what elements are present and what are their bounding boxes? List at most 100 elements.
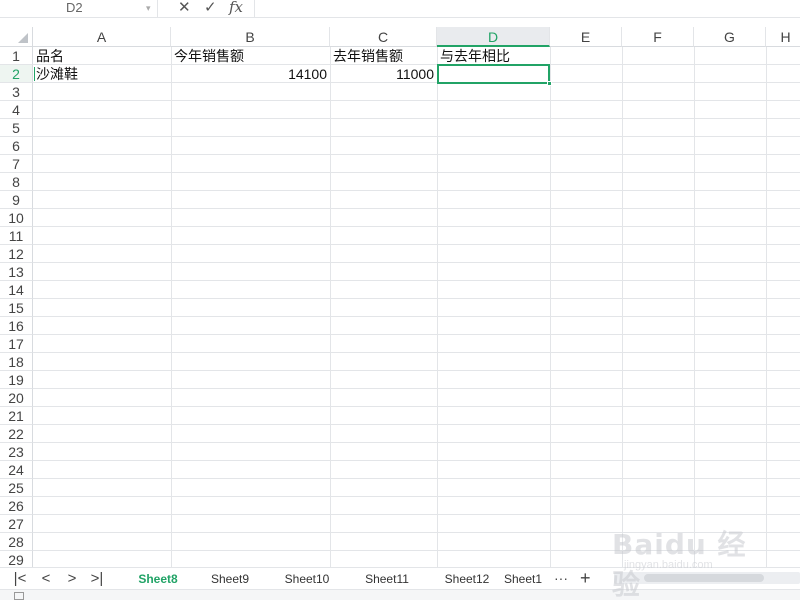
row-header-20[interactable]: 20	[0, 389, 33, 407]
tab-sheet10[interactable]: Sheet10	[270, 568, 344, 590]
gridline	[694, 47, 695, 567]
fill-handle[interactable]	[547, 81, 552, 86]
tab-sheet9[interactable]: Sheet9	[194, 568, 266, 590]
column-header-e[interactable]: E	[550, 27, 622, 47]
column-header-a[interactable]: A	[33, 27, 171, 47]
gridline	[33, 442, 800, 443]
gridline	[330, 47, 331, 567]
gridline	[33, 316, 800, 317]
select-all-corner[interactable]	[0, 27, 33, 47]
select-all-icon	[18, 33, 28, 43]
row-header-18[interactable]: 18	[0, 353, 33, 371]
baidu-jingyan-watermark: Baidu 经验 jingyan.baidu.com	[612, 515, 762, 600]
column-header-b[interactable]: B	[171, 27, 330, 47]
first-sheet-icon[interactable]: |<	[11, 568, 29, 590]
row-header-26[interactable]: 26	[0, 497, 33, 515]
gridline	[33, 244, 800, 245]
tab-sheet8[interactable]: Sheet8	[122, 568, 194, 590]
gridline	[33, 460, 800, 461]
cell-a2[interactable]: 沙滩鞋	[33, 65, 171, 83]
gridline	[33, 190, 800, 191]
chevron-down-icon[interactable]: ▾	[146, 1, 151, 15]
name-box[interactable]: D2 ▾	[0, 0, 158, 17]
row-header-16[interactable]: 16	[0, 317, 33, 335]
row-header-9[interactable]: 9	[0, 191, 33, 209]
previous-sheet-icon[interactable]: <	[37, 568, 55, 590]
gridline	[33, 100, 800, 101]
next-sheet-icon[interactable]: >	[63, 568, 81, 590]
row-header-5[interactable]: 5	[0, 119, 33, 137]
row-header-28[interactable]: 28	[0, 533, 33, 551]
gridline	[171, 47, 172, 567]
column-header-f[interactable]: F	[622, 27, 694, 47]
gridline	[766, 47, 767, 567]
cell-b1[interactable]: 今年销售额	[171, 47, 330, 65]
gridline	[33, 478, 800, 479]
gridline	[33, 154, 800, 155]
row-header-7[interactable]: 7	[0, 155, 33, 173]
formula-input[interactable]	[254, 0, 800, 17]
row-header-17[interactable]: 17	[0, 335, 33, 353]
cell-d1[interactable]: 与去年相比	[437, 47, 550, 65]
row-header-3[interactable]: 3	[0, 83, 33, 101]
row-header-27[interactable]: 27	[0, 515, 33, 533]
row-header-23[interactable]: 23	[0, 443, 33, 461]
cell-c1[interactable]: 去年销售额	[330, 47, 437, 65]
gridline	[33, 298, 800, 299]
gridline	[33, 334, 800, 335]
formula-bar: D2 ▾ ✕ ✓ fx	[0, 0, 800, 18]
add-sheet-icon[interactable]: +	[580, 568, 591, 589]
gridline	[33, 172, 800, 173]
gridline	[33, 208, 800, 209]
row-header-25[interactable]: 25	[0, 479, 33, 497]
tab-sheet1[interactable]: Sheet1	[504, 568, 548, 590]
row-header-4[interactable]: 4	[0, 101, 33, 119]
gridline	[33, 136, 800, 137]
cell-b2[interactable]: 14100	[171, 65, 330, 83]
name-box-value[interactable]: D2	[66, 0, 83, 16]
active-cell-selection[interactable]	[437, 64, 550, 84]
row-header-21[interactable]: 21	[0, 407, 33, 425]
row-header-10[interactable]: 10	[0, 209, 33, 227]
tab-sheet12[interactable]: Sheet12	[430, 568, 504, 590]
insert-function-icon[interactable]: fx	[229, 0, 243, 16]
column-header-g[interactable]: G	[694, 27, 766, 47]
cell-c2[interactable]: 11000	[330, 65, 437, 83]
gridline	[33, 370, 800, 371]
row-header-1[interactable]: 1	[0, 47, 33, 65]
row-header-12[interactable]: 12	[0, 245, 33, 263]
gridline	[33, 496, 800, 497]
cancel-icon[interactable]: ✕	[178, 0, 191, 16]
cell-a1[interactable]: 品名	[33, 47, 171, 65]
tab-sheet11[interactable]: Sheet11	[350, 568, 424, 590]
status-icon	[14, 592, 24, 600]
gridline	[622, 47, 623, 567]
gridline	[33, 262, 800, 263]
gridline	[33, 388, 800, 389]
last-sheet-icon[interactable]: >|	[88, 568, 106, 590]
gridline	[33, 226, 800, 227]
row-header-24[interactable]: 24	[0, 461, 33, 479]
row-header-2[interactable]: 2	[0, 65, 33, 83]
more-sheets-icon[interactable]: ···	[554, 568, 568, 588]
row-header-14[interactable]: 14	[0, 281, 33, 299]
column-header-c[interactable]: C	[330, 27, 437, 47]
row-header-22[interactable]: 22	[0, 425, 33, 443]
watermark-url: jingyan.baidu.com	[624, 559, 713, 571]
gridline	[33, 280, 800, 281]
row-header-15[interactable]: 15	[0, 299, 33, 317]
gridline	[33, 352, 800, 353]
gridline	[437, 47, 438, 567]
row-header-6[interactable]: 6	[0, 137, 33, 155]
row-header-8[interactable]: 8	[0, 173, 33, 191]
spreadsheet-grid[interactable]: A B C D E F G H 1 2 3 4 5 6 7 8 9 10 11 12 13 14 15 16 1…	[0, 27, 800, 569]
gridline	[33, 118, 800, 119]
row-header-11[interactable]: 11	[0, 227, 33, 245]
column-header-d[interactable]: D	[437, 27, 550, 47]
confirm-icon[interactable]: ✓	[204, 0, 217, 16]
gridline	[33, 406, 800, 407]
gridline	[33, 424, 800, 425]
column-header-h[interactable]: H	[766, 27, 800, 47]
row-header-19[interactable]: 19	[0, 371, 33, 389]
row-header-13[interactable]: 13	[0, 263, 33, 281]
